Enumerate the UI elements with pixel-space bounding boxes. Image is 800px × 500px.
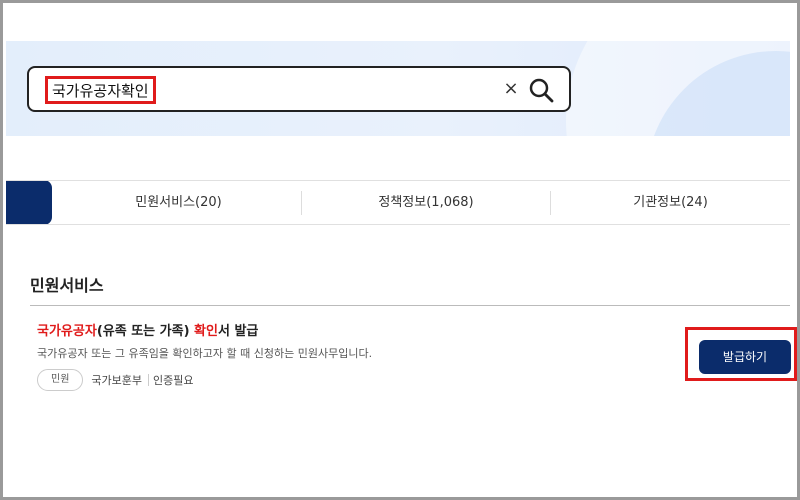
auth-required: 인증필요 (153, 374, 194, 387)
agency-name: 국가보훈부 (91, 374, 143, 387)
result-description: 국가유공자 또는 그 유족임을 확인하고자 할 때 신청하는 민원사무입니다. (37, 347, 373, 360)
search-query-text[interactable]: 국가유공자확인 (45, 76, 156, 104)
title-highlight: 국가유공자 (37, 324, 97, 339)
close-icon[interactable]: × (501, 78, 521, 100)
meta-divider (148, 374, 150, 386)
section-divider (30, 305, 790, 306)
category-badge: 민원 (37, 369, 84, 391)
tab-civil-services[interactable]: 민원서비스(20) (56, 181, 301, 224)
result-meta: 민원 국가보훈부 인증필요 (37, 369, 194, 391)
result-tabs: 민원서비스(20) 정책정보(1,068) 기관정보(24) (6, 180, 790, 225)
search-input[interactable]: 국가유공자확인 × (27, 66, 571, 112)
issue-button[interactable]: 발급하기 (699, 340, 791, 374)
tab-policy-info[interactable]: 정책정보(1,068) (302, 181, 550, 224)
title-highlight: 확인 (194, 324, 218, 339)
title-text: 서 발급 (217, 324, 259, 339)
result-title[interactable]: 국가유공자(유족 또는 가족) 확인서 발급 (37, 320, 258, 339)
title-text: (유족 또는 가족) (96, 324, 195, 339)
search-icon[interactable] (527, 76, 555, 104)
tab-agency-info[interactable]: 기관정보(24) (551, 181, 790, 224)
section-title: 민원서비스 (30, 276, 104, 295)
